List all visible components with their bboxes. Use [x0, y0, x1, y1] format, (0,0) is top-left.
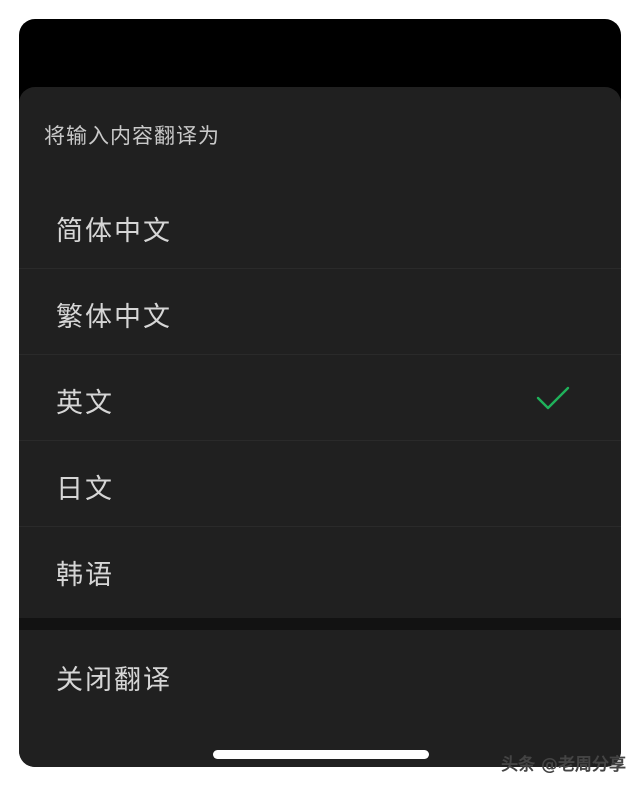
- sheet-title: 将输入内容翻译为: [44, 124, 220, 148]
- watermark: 头条 @老周分享: [501, 755, 626, 775]
- close-translation-button[interactable]: 关闭翻译: [19, 630, 621, 716]
- close-translation-label: 关闭翻译: [56, 665, 172, 696]
- checkmark-icon: [536, 386, 570, 410]
- option-simplified-chinese[interactable]: 简体中文: [19, 183, 621, 269]
- section-divider: [19, 618, 621, 630]
- option-label: 英文: [56, 388, 114, 419]
- option-label: 韩语: [56, 560, 114, 591]
- option-korean[interactable]: 韩语: [19, 527, 621, 613]
- language-options-list: 简体中文 繁体中文 英文 日文 韩语: [19, 183, 621, 613]
- phone-screen: 将输入内容翻译为 简体中文 繁体中文 英文 日文 韩语 关闭翻译: [19, 19, 621, 767]
- option-japanese[interactable]: 日文: [19, 441, 621, 527]
- translate-sheet: 将输入内容翻译为 简体中文 繁体中文 英文 日文 韩语 关闭翻译: [19, 87, 621, 767]
- option-traditional-chinese[interactable]: 繁体中文: [19, 269, 621, 355]
- option-label: 日文: [56, 474, 114, 505]
- home-indicator[interactable]: [213, 750, 429, 759]
- option-label: 简体中文: [56, 216, 172, 247]
- option-english[interactable]: 英文: [19, 355, 621, 441]
- option-label: 繁体中文: [56, 302, 172, 333]
